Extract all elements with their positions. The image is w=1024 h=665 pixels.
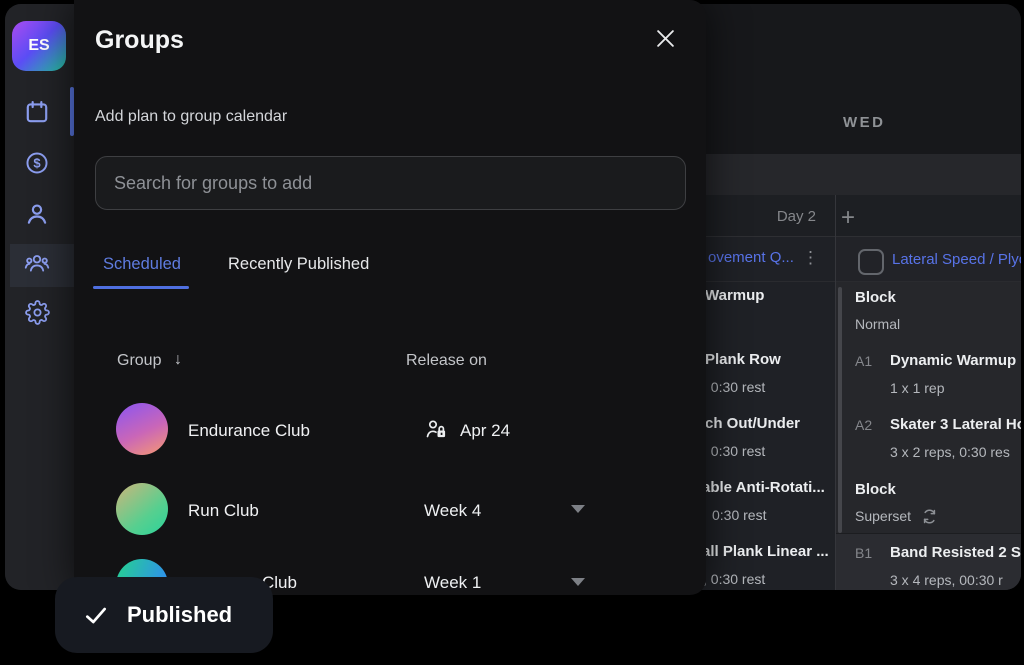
chevron-down-icon[interactable] — [571, 578, 585, 586]
people-icon — [24, 249, 50, 276]
exercise-name[interactable]: Band Resisted 2 Step — [890, 544, 1021, 561]
exercise-name[interactable]: Dynamic Warmup — [890, 352, 1016, 369]
exercise-name: all Plank Linear ... — [702, 543, 829, 560]
sidebar — [5, 4, 74, 590]
group-name[interactable]: Endurance Club — [188, 421, 310, 441]
sidebar-item-settings[interactable] — [24, 299, 50, 325]
group-avatar — [116, 483, 168, 535]
sidebar-item-calendar[interactable] — [24, 99, 50, 125]
exercise-name[interactable]: Skater 3 Lateral Hop — [890, 416, 1021, 433]
column-divider — [835, 195, 836, 590]
gear-icon — [25, 300, 50, 325]
block-type: Superset — [855, 508, 911, 524]
kebab-menu-icon[interactable]: ⋮ — [802, 249, 819, 267]
block-label: Block — [855, 289, 896, 306]
exercise-tag: B1 — [855, 545, 872, 561]
exercise-name: able Anti-Rotati... — [702, 479, 825, 496]
calendar-icon — [24, 99, 50, 125]
dollar-icon: $ — [24, 150, 50, 176]
person-icon — [24, 201, 50, 227]
sidebar-item-athletes[interactable] — [24, 201, 50, 227]
exercise-tag: A2 — [855, 417, 872, 433]
group-name[interactable]: Run Club — [188, 501, 259, 521]
search-input[interactable] — [95, 156, 686, 210]
exercise-name: ch Out/Under — [705, 415, 800, 432]
release-date: Apr 24 — [460, 421, 510, 441]
exercise-detail: , 0:30 rest — [703, 571, 765, 587]
sidebar-item-billing[interactable]: $ — [24, 150, 50, 176]
day-header: Day 2 — [706, 208, 816, 225]
tab-scheduled[interactable]: Scheduled — [103, 255, 181, 274]
person-lock-icon — [424, 417, 448, 441]
release-week-select[interactable]: Week 1 — [424, 573, 481, 593]
profile-avatar[interactable]: ES — [12, 21, 66, 71]
toast-label: Published — [127, 602, 232, 628]
add-workout-button[interactable]: + — [841, 208, 855, 228]
sidebar-item-groups[interactable] — [24, 249, 50, 275]
exercise-detail: 0:30 rest — [712, 507, 766, 523]
groups-modal: Groups Add plan to group calendar Schedu… — [74, 0, 706, 595]
exercise-detail: 1 x 1 rep — [890, 380, 944, 396]
active-tab-underline — [93, 286, 189, 289]
check-icon — [83, 602, 109, 628]
superset-icon — [921, 508, 938, 525]
published-toast: Published — [55, 577, 273, 653]
workout-title-left[interactable]: ovement Q... — [708, 249, 794, 266]
column-header-release-on: Release on — [406, 352, 487, 370]
exercise-name: Plank Row — [705, 351, 781, 368]
tab-recently-published[interactable]: Recently Published — [228, 255, 369, 274]
exercise-detail: , 0:30 rest — [703, 443, 765, 459]
exercise-detail: 3 x 2 reps, 0:30 res — [890, 444, 1010, 460]
exercise-name: Warmup — [705, 287, 764, 304]
release-week-select[interactable]: Week 4 — [424, 501, 481, 521]
workout-checkbox[interactable] — [858, 249, 884, 275]
modal-title: Groups — [95, 26, 184, 55]
sort-descending-icon[interactable]: ↓ — [174, 351, 182, 369]
card-scrollbar[interactable] — [838, 287, 842, 533]
exercise-detail: , 0:30 rest — [703, 379, 765, 395]
chevron-down-icon[interactable] — [571, 505, 585, 513]
group-avatar — [116, 403, 168, 455]
svg-text:$: $ — [33, 156, 41, 171]
close-icon[interactable] — [656, 29, 675, 48]
exercise-tag: A1 — [855, 353, 872, 369]
workout-title-right[interactable]: Lateral Speed / Plyo — [892, 251, 1021, 268]
exercise-detail: 3 x 4 reps, 00:30 r — [890, 572, 1003, 588]
weekday-label: WED — [843, 114, 886, 131]
block-type: Normal — [855, 316, 900, 332]
block-label: Block — [855, 481, 896, 498]
modal-subtitle: Add plan to group calendar — [95, 108, 287, 126]
column-header-group[interactable]: Group — [117, 352, 161, 370]
